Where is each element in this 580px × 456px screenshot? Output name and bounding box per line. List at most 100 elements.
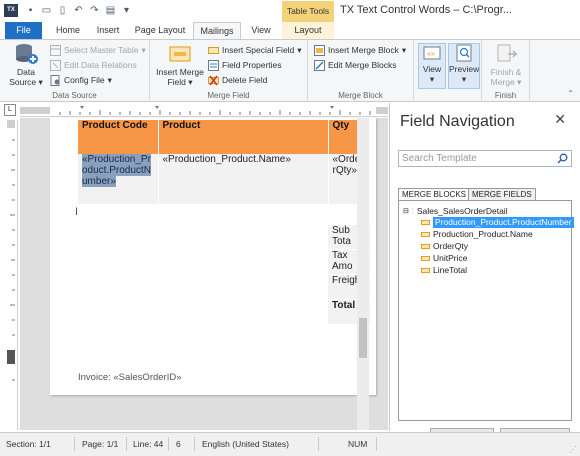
undo-icon[interactable]: ↶: [72, 4, 85, 17]
insert-special-field-button[interactable]: Insert Special Field ▾: [208, 43, 302, 57]
total-row[interactable]: Tax Amo: [78, 248, 370, 274]
tab-layout[interactable]: Layout: [282, 22, 334, 39]
group-label-merge-field: Merge Field: [207, 91, 250, 100]
invoice-id-line[interactable]: Invoice: «SalesOrderID»: [78, 372, 182, 383]
table-row[interactable]: «Production_Pr oduct.ProductN umber» «Pr…: [78, 154, 371, 204]
insert-merge-block-button[interactable]: Insert Merge Block ▾: [314, 43, 406, 57]
tab-home[interactable]: Home: [48, 22, 88, 39]
status-language: English (United States): [202, 439, 289, 449]
data-source-button[interactable]: Data Source ▾: [6, 43, 46, 87]
ribbon-tabs: File Home Insert Page Layout Mailings Vi…: [0, 22, 580, 39]
search-icon[interactable]: [557, 153, 568, 164]
status-column: 6: [176, 439, 181, 449]
group-data-source: Data Source ▾ Select Master Table ▾ Edit…: [0, 40, 150, 102]
tab-mailings[interactable]: Mailings: [193, 22, 241, 39]
finish-merge-icon: [494, 43, 518, 65]
merge-field-icon: [421, 244, 430, 249]
tab-file[interactable]: File: [5, 22, 42, 39]
cell-product-number-field[interactable]: «Production_Pr oduct.ProductN umber»: [78, 154, 159, 204]
status-line: Line: 44: [133, 439, 164, 449]
collapse-icon[interactable]: ⊟: [403, 206, 409, 217]
horizontal-ruler[interactable]: [20, 104, 388, 117]
status-page: Page: 1/1: [82, 439, 119, 449]
status-section: Section: 1/1: [6, 439, 51, 449]
cell-product-name-field[interactable]: «Production_Product.Name»: [158, 154, 329, 204]
resize-grip-icon[interactable]: ⋰: [569, 445, 577, 454]
status-num-lock: NUM: [348, 439, 368, 449]
select-master-table-button[interactable]: Select Master Table ▾: [50, 43, 146, 57]
field-properties-button[interactable]: Field Properties: [208, 58, 282, 72]
document-area[interactable]: Product Code Product Qty «Production_Pr …: [20, 118, 388, 430]
edit-merge-blocks-button[interactable]: Edit Merge Blocks: [314, 58, 397, 72]
merge-block-icon: [314, 44, 325, 56]
merge-field-icon: [168, 43, 192, 65]
invoice-table[interactable]: Product Code Product Qty «Production_Pr …: [78, 120, 371, 324]
total-row[interactable]: Total D: [78, 298, 370, 324]
print-icon[interactable]: ▤: [104, 4, 117, 17]
header-cell-product-code[interactable]: Product Code: [78, 120, 159, 154]
tab-page-layout[interactable]: Page Layout: [130, 22, 190, 39]
config-file-button[interactable]: Config File ▾: [50, 73, 112, 87]
group-label-data-source: Data Source: [52, 91, 97, 100]
tree-node-field[interactable]: Production_Product.Name: [421, 229, 533, 240]
search-template-input[interactable]: Search Template: [398, 150, 572, 167]
merge-field-icon: [421, 268, 430, 273]
tree-node-field[interactable]: LineTotal: [421, 265, 467, 276]
table-header-row[interactable]: Product Code Product Qty: [78, 120, 371, 154]
finish-merge-button[interactable]: Finish & Merge ▾: [484, 43, 528, 87]
header-cell-product[interactable]: Product: [158, 120, 329, 154]
delete-icon: [208, 75, 219, 86]
ribbon: Data Source ▾ Select Master Table ▾ Edit…: [0, 39, 580, 102]
document-page[interactable]: Product Code Product Qty «Production_Pr …: [50, 118, 376, 395]
config-file-icon: [50, 74, 61, 86]
tree-node-field[interactable]: UnitPrice: [421, 253, 467, 264]
tree-node-field[interactable]: Production_Product.ProductNumber: [421, 217, 574, 228]
tab-stop-selector[interactable]: L: [4, 104, 16, 116]
edit-blocks-icon: [314, 59, 325, 71]
merge-field-icon: [421, 256, 430, 261]
status-bar: Section: 1/1 Page: 1/1 Line: 44 6 Englis…: [0, 432, 580, 456]
group-label-finish: Finish: [494, 91, 517, 100]
title-bar: TX ▪ ▭ ▯ ↶ ↷ ▤ ▾ Table Tools TX Text Con…: [0, 0, 580, 22]
collapse-ribbon-icon[interactable]: ⌃: [567, 89, 574, 98]
tab-insert[interactable]: Insert: [88, 22, 128, 39]
insert-merge-field-button[interactable]: Insert Merge Field ▾: [154, 43, 206, 87]
properties-icon: [208, 59, 219, 71]
relations-icon: [50, 59, 61, 71]
merge-block-tree[interactable]: ⊟ ⫶ Sales_SalesOrderDetail Production_Pr…: [398, 200, 574, 421]
save-icon[interactable]: ▪: [24, 4, 37, 17]
customize-qat-icon[interactable]: ▾: [120, 4, 133, 17]
svg-text:«»: «»: [427, 51, 435, 58]
group-label-merge-block: Merge Block: [338, 91, 383, 100]
special-field-icon: [208, 45, 219, 56]
group-merge-block: Insert Merge Block ▾ Edit Merge Blocks M…: [308, 40, 414, 102]
new-document-icon[interactable]: ▯: [56, 4, 69, 17]
preview-button[interactable]: Preview ▾: [448, 43, 480, 89]
redo-icon[interactable]: ↷: [88, 4, 101, 17]
view-button[interactable]: «» View ▾: [418, 43, 446, 89]
delete-field-button[interactable]: Delete Field: [208, 73, 267, 87]
scrollbar-thumb[interactable]: [359, 318, 367, 358]
total-row[interactable]: Sub Tota: [78, 223, 370, 249]
close-icon[interactable]: ✕: [554, 111, 566, 128]
tree-node-field[interactable]: OrderQty: [421, 241, 468, 252]
tab-view[interactable]: View: [244, 22, 278, 39]
database-icon: [14, 43, 38, 65]
merge-field-icon: [421, 232, 430, 237]
edit-data-relations-button[interactable]: Edit Data Relations: [50, 58, 137, 72]
dropdown-arrow-icon: ▾: [36, 77, 43, 87]
text-cursor-icon: I: [75, 206, 79, 218]
quick-access-toolbar: ▪ ▭ ▯ ↶ ↷ ▤ ▾: [24, 4, 133, 17]
tree-node-block[interactable]: ⊟ ⫶ Sales_SalesOrderDetail: [403, 206, 508, 217]
table-tools-header: Table Tools: [282, 1, 334, 22]
field-navigation-pane: Field Navigation ✕ Search Template MERGE…: [389, 103, 580, 443]
open-folder-icon[interactable]: ▭: [40, 4, 53, 17]
pane-title: Field Navigation: [400, 113, 515, 130]
app-icon[interactable]: TX: [4, 4, 18, 17]
view-fields-icon: «»: [423, 44, 441, 62]
search-placeholder: Search Template: [402, 153, 477, 164]
vertical-ruler[interactable]: [4, 120, 18, 430]
vertical-scrollbar[interactable]: [357, 118, 369, 430]
table-icon: [50, 44, 61, 56]
total-row[interactable]: Freight:: [78, 273, 370, 299]
